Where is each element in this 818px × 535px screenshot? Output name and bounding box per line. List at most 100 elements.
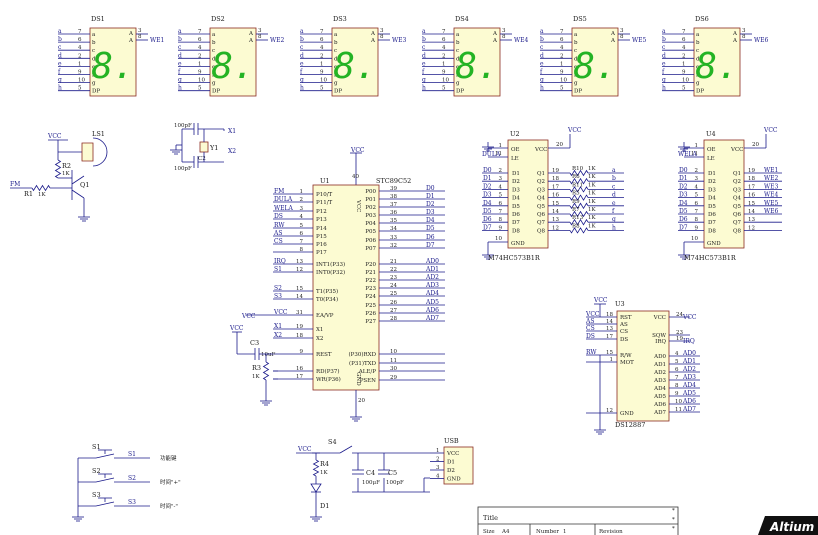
led-d1	[310, 483, 322, 493]
c4-value: 100μF	[362, 480, 380, 486]
u3-pin-number: 7	[675, 375, 679, 381]
u1-left-net: X1	[274, 323, 282, 330]
display-ref: DS6	[695, 15, 709, 23]
u1-pin-name: P05	[365, 229, 376, 235]
u1-pin-name: T0(P34)	[316, 296, 338, 303]
usb-pin-number: 4	[436, 474, 440, 480]
display-pin-number: 2	[320, 53, 324, 59]
display-pin-number: 1	[78, 61, 82, 67]
display-pin-number: 10	[560, 78, 567, 84]
display-digit: 8.	[573, 46, 616, 87]
latch-q-name: Q7	[733, 220, 742, 226]
u1-pin-name: WR(P36)	[316, 376, 341, 383]
resistor-r4	[312, 459, 320, 477]
r4-ref: R4	[320, 460, 329, 468]
u1-pin-number: 6	[300, 231, 304, 237]
u3-left-net: CS	[586, 325, 595, 332]
latch-vcc-net: VCC	[567, 127, 582, 134]
u1-pin-name: P10/T	[316, 192, 333, 198]
display-ds4: DS4a 7 ab 6 bc 4 cd 2 de 1 ef 9 fg 10 gh 5 DPAA38 WE48.	[422, 15, 529, 97]
latch-d-name: D5	[708, 204, 716, 210]
u3-pin-name: VCC	[653, 315, 666, 321]
u1-pin-name: (P30)RXD	[349, 351, 377, 358]
display-pin-number: 1	[442, 61, 446, 67]
u3-pin-number: 13	[606, 326, 613, 332]
u1-right-net: D0	[426, 185, 435, 192]
display-digit: 8.	[211, 46, 254, 87]
latch-q-name: Q6	[537, 212, 546, 218]
u1-pin-name: T1(P35)	[316, 288, 338, 295]
latch-vcc: VCC	[534, 147, 547, 153]
u1-left-net: S2	[274, 285, 282, 292]
u3-ad-net: AD6	[682, 398, 696, 405]
u3-pin-number: 5	[675, 359, 679, 365]
u3-ad-name: AD0	[653, 354, 666, 360]
display-pin-number: 4	[78, 45, 82, 51]
latch-out-net: WE2	[764, 175, 779, 182]
latch-res-ref: R7	[572, 207, 580, 213]
display-pin-number: 5	[442, 86, 446, 92]
display-pin-number: 6	[682, 37, 686, 43]
latch-res-value: 1K	[588, 207, 596, 213]
display-pin-number: 9	[442, 70, 446, 76]
u3-pin-number: 14	[606, 319, 613, 325]
s4-ref: S4	[328, 438, 337, 446]
display-pin-number: 1	[198, 61, 202, 67]
latch-d-name: D6	[512, 212, 520, 218]
u3-pin-name: R/W	[620, 353, 632, 359]
display-pin-number: 10	[442, 78, 449, 84]
latch-d-net: D1	[483, 175, 492, 182]
latch-out-net: g	[612, 216, 616, 223]
latch-le: LE	[707, 156, 715, 162]
latch-d-name: D1	[708, 171, 716, 177]
button-ref: S1	[92, 443, 101, 451]
title-block: Title Size A4 Number 1 Revision * * *	[477, 506, 679, 535]
u1-right-net: D1	[426, 193, 435, 200]
latch-out-net: h	[612, 224, 616, 231]
c2-value: 100pF	[174, 166, 192, 172]
latch-pin-number: 20	[752, 142, 759, 148]
u3-ad-net: AD3	[682, 374, 696, 381]
u1-pin-number: 28	[390, 316, 397, 322]
latch-pin-number: 8	[695, 217, 699, 223]
reset-vcc: VCC	[229, 325, 244, 332]
latch-out-net: WE5	[764, 200, 779, 207]
display-pin-number: 4	[198, 45, 202, 51]
u3-pin-number: 15	[606, 350, 613, 356]
size-label: Size	[483, 529, 495, 535]
display-pin-number: 8	[380, 34, 384, 40]
u3-right-net: IRQ	[683, 338, 695, 345]
u1-pin-number: 19	[296, 324, 303, 330]
latch-d-net: D3	[483, 192, 492, 199]
u3-pin-name: MOT	[620, 360, 634, 366]
u1-right-net: AD1	[425, 266, 439, 273]
latch-res-value: 1K	[588, 166, 596, 172]
display-pin-number: 8	[620, 34, 624, 40]
revision-label: Revision	[599, 529, 623, 535]
display-pin-number: 5	[682, 86, 686, 92]
u1-left-net: S1	[274, 266, 282, 273]
latch-d-net: D0	[679, 167, 688, 174]
u3-right-net: VCC	[682, 314, 697, 321]
latch-res-value: 1K	[588, 215, 596, 221]
display-digit: 8.	[455, 46, 498, 87]
display-digit: 8.	[91, 46, 134, 87]
latch-vcc-net: VCC	[763, 127, 778, 134]
u1-pin-number: 27	[390, 308, 397, 314]
u3-pin-number: 8	[675, 383, 679, 389]
latch-d-net: D7	[483, 224, 492, 231]
display-pin-number: 5	[560, 86, 564, 92]
c5-ref: C5	[388, 469, 397, 477]
u1-pin-name: X1	[316, 327, 323, 333]
latch-q-name: Q8	[537, 228, 546, 234]
latch-q-name: Q2	[733, 179, 741, 185]
u1-pin-number: 7	[300, 239, 304, 245]
latch-d-name: D7	[512, 220, 520, 226]
ground-symbol	[78, 212, 90, 222]
u3-left-net: RW	[586, 349, 597, 356]
u1-right-net: AD0	[425, 258, 439, 265]
u1-pin-number: 14	[296, 294, 303, 300]
display-pin-number: 8	[138, 34, 142, 40]
display-we-net: WE6	[754, 37, 769, 44]
number-value: 1	[563, 529, 567, 535]
